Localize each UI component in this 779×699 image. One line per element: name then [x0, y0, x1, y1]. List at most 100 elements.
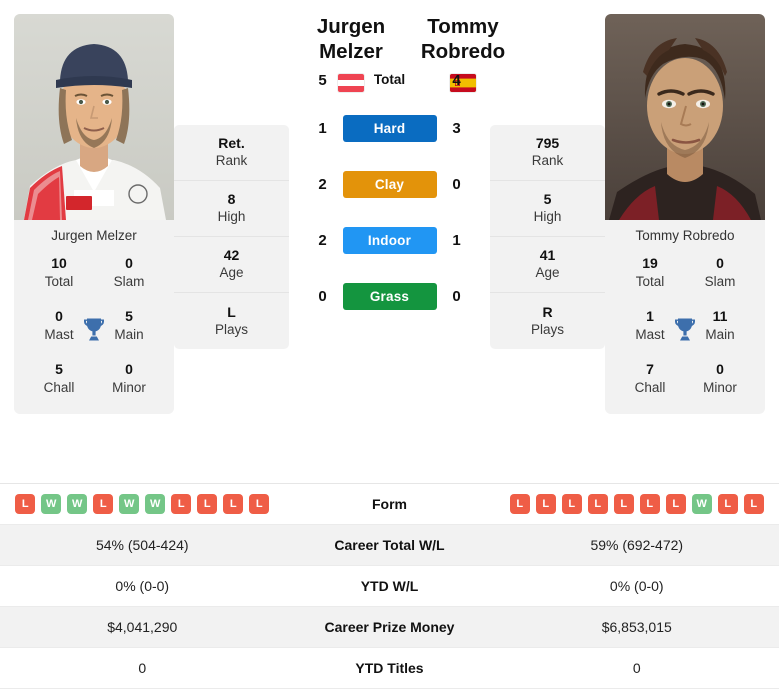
- right-ytd-titles-cell: 0: [495, 660, 779, 676]
- h2h-row-hard: 1 Hard 3: [295, 100, 484, 156]
- right-titles-challenger-value: 7: [646, 361, 654, 378]
- left-career-total-wl-value: 54% (504-424): [95, 537, 189, 553]
- h2h-total-label: Total: [373, 72, 406, 87]
- right-stat-high-label: High: [533, 209, 562, 225]
- left-ytd-titles-value: 0: [138, 660, 147, 676]
- left-stat-age-value: 42: [223, 247, 240, 264]
- table-row-ytd-titles-label: YTD Titles: [355, 660, 424, 676]
- left-titles-total-label: Total: [44, 273, 74, 289]
- table-row-ytd-wl-label: YTD W/L: [360, 578, 419, 594]
- right-titles-minor: 0 Minor: [685, 361, 755, 396]
- surface-pill-hard[interactable]: Hard: [342, 114, 437, 142]
- left-titles-total-value: 10: [51, 255, 67, 271]
- right-titles-total-value: 19: [642, 255, 658, 271]
- right-stat-rank-label: Rank: [531, 153, 564, 169]
- left-titles-main-label: Main: [114, 326, 144, 342]
- right-form-badge: L: [587, 494, 608, 514]
- left-player-photo: [14, 14, 174, 220]
- left-ytd-wl-cell: 0% (0-0): [0, 578, 285, 594]
- h2h-row-indoor: 2 Indoor 1: [295, 212, 484, 268]
- left-titles-grid: 10 Total 0 Slam 0 Mast 5 Main 5 Chall 0 …: [14, 253, 174, 411]
- right-player-caption: Tommy Robredo: [605, 220, 765, 253]
- right-form-badge: L: [509, 494, 530, 514]
- table-row-career-prize-money-label: Career Prize Money: [324, 619, 455, 635]
- right-titles-main-value: 11: [712, 308, 728, 325]
- h2h-clay-label-cell: Clay: [342, 170, 437, 198]
- left-titles-challenger-label: Chall: [43, 379, 75, 395]
- left-career-prize-money-cell: $4,041,290: [0, 619, 285, 635]
- right-titles-challenger: 7 Chall: [615, 361, 685, 396]
- left-stat-plays: L Plays: [174, 293, 289, 349]
- head-to-head-rows: 5 Total 4 1 Hard 3 2 Clay 0 2 Indoor 1 0…: [295, 72, 484, 324]
- right-stat-rank-value: 795: [535, 135, 560, 152]
- left-career-total-wl-cell: 54% (504-424): [0, 537, 285, 553]
- surface-pill-indoor[interactable]: Indoor: [342, 226, 437, 254]
- player-comparison-page: Jurgen Melzer 10 Total 0 Slam 0 Mast 5 M…: [0, 0, 779, 699]
- left-form-badge: W: [41, 494, 62, 514]
- left-titles-slam-value: 0: [125, 255, 133, 271]
- left-stat-high: 8 High: [174, 181, 289, 237]
- left-form-badge: W: [67, 494, 88, 514]
- left-stat-column: Ret. Rank 8 High 42 Age L Plays: [174, 125, 289, 349]
- left-form-badge: L: [171, 494, 192, 514]
- right-titles-challenger-label: Chall: [634, 379, 666, 395]
- table-row-ytd-wl: 0% (0-0) YTD W/L 0% (0-0): [0, 566, 779, 607]
- left-titles-slam: 0 Slam: [94, 255, 164, 290]
- h2h-clay-left-score: 2: [318, 175, 327, 193]
- left-form-badge: L: [249, 494, 270, 514]
- right-titles-masters: 1 Mast: [615, 308, 685, 343]
- left-player-caption: Jurgen Melzer: [14, 220, 174, 253]
- h2h-row-clay: 2 Clay 0: [295, 156, 484, 212]
- right-player-card: Tommy Robredo 19 Total 0 Slam 1 Mast 11 …: [605, 14, 765, 415]
- left-titles-challenger-value: 5: [55, 361, 63, 378]
- h2h-indoor-label-cell: Indoor: [342, 226, 437, 254]
- right-titles-minor-label: Minor: [703, 379, 737, 395]
- right-ytd-wl-cell: 0% (0-0): [495, 578, 779, 594]
- left-player-card: Jurgen Melzer 10 Total 0 Slam 0 Mast 5 M…: [14, 14, 174, 415]
- left-player-first-name: Jurgen: [316, 15, 386, 38]
- right-form-badge: L: [535, 494, 556, 514]
- right-stat-high: 5 High: [490, 181, 605, 237]
- table-row-form-label: Form: [372, 496, 407, 512]
- right-ytd-wl-value: 0% (0-0): [609, 578, 664, 594]
- h2h-row-total: 5 Total 4: [295, 60, 484, 100]
- left-stat-high-value: 8: [227, 191, 236, 208]
- h2h-total-left-score: 5: [318, 71, 327, 89]
- surface-pill-grass[interactable]: Grass: [342, 282, 437, 310]
- h2h-indoor-left-score: 2: [318, 231, 327, 249]
- left-stat-high-label: High: [217, 209, 246, 225]
- left-form-badge: L: [223, 494, 244, 514]
- left-titles-total: 10 Total: [24, 255, 94, 290]
- right-titles-masters-value: 1: [646, 308, 654, 325]
- right-stat-age-value: 41: [539, 247, 556, 264]
- right-form-cell: LLLLLLLWLL: [495, 494, 779, 514]
- h2h-total-label-cell: Total: [343, 71, 437, 89]
- right-titles-main: 11 Main: [685, 308, 755, 343]
- right-form-badge: L: [665, 494, 686, 514]
- right-form-badge: L: [639, 494, 660, 514]
- left-stat-rank-value: Ret.: [218, 135, 245, 152]
- h2h-hard-left-score: 1: [318, 119, 327, 137]
- left-form-cell: LWWLWWLLLL: [0, 494, 285, 514]
- left-titles-masters-value: 0: [55, 308, 63, 325]
- surface-pill-clay[interactable]: Clay: [342, 170, 437, 198]
- right-career-total-wl-cell: 59% (692-472): [495, 537, 779, 553]
- h2h-grass-right-score: 0: [452, 287, 461, 305]
- comparison-top-section: Jurgen Melzer 10 Total 0 Slam 0 Mast 5 M…: [0, 0, 779, 470]
- left-form-badge: L: [15, 494, 36, 514]
- right-form-badge: W: [691, 494, 712, 514]
- left-titles-masters-label: Mast: [44, 326, 74, 342]
- right-titles-total-label: Total: [635, 273, 665, 289]
- right-stat-plays-label: Plays: [530, 321, 564, 337]
- left-stat-rank: Ret. Rank: [174, 125, 289, 181]
- table-row-career-total-wl: 54% (504-424) Career Total W/L 59% (692-…: [0, 525, 779, 566]
- left-career-prize-money-value: $4,041,290: [107, 619, 178, 635]
- right-titles-main-label: Main: [705, 326, 735, 342]
- right-stat-plays-value: R: [542, 303, 553, 320]
- left-titles-challenger: 5 Chall: [24, 361, 94, 396]
- right-titles-slam: 0 Slam: [685, 255, 755, 290]
- left-titles-main: 5 Main: [94, 308, 164, 343]
- right-player-photo: [605, 14, 765, 220]
- right-form-badge: L: [561, 494, 582, 514]
- h2h-clay-right-score: 0: [452, 175, 461, 193]
